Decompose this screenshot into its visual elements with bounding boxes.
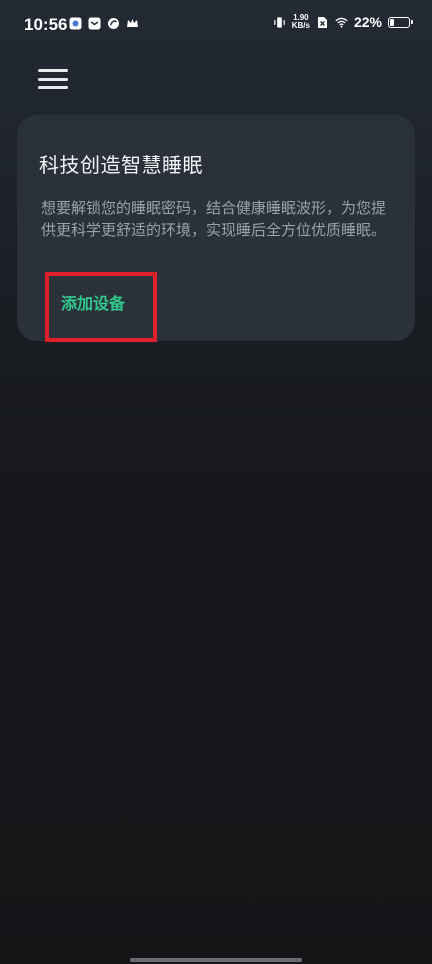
network-speed-unit: KB/s [291, 21, 310, 30]
highlight-annotation-box [45, 272, 157, 342]
mail-notification-icon [88, 17, 101, 30]
swirl-app-icon [107, 17, 120, 30]
menu-line [38, 86, 68, 89]
card-description: 想要解锁您的睡眠密码，结合健康睡眠波形，为您提供更科学更舒适的环境，实现睡后全方… [41, 199, 387, 239]
wifi-icon [335, 16, 348, 29]
network-speed: 1.90 KB/s [292, 14, 310, 30]
hamburger-menu-icon[interactable] [38, 66, 68, 92]
status-time: 10:56 [24, 15, 68, 34]
battery-level-fill [390, 18, 394, 26]
notification-icons [69, 17, 139, 30]
app-notification-icon [69, 17, 82, 30]
system-indicators: 1.90 KB/s 22% [273, 14, 413, 30]
no-sim-icon [316, 16, 329, 29]
menu-line [38, 69, 68, 72]
vibrate-icon [273, 16, 286, 29]
battery-percentage: 22% [353, 14, 382, 30]
home-indicator[interactable] [130, 958, 302, 962]
card-title: 科技创造智慧睡眠 [39, 153, 203, 177]
menu-line [38, 77, 68, 81]
battery-icon [388, 16, 413, 28]
crown-app-icon [126, 17, 139, 30]
status-bar: 10:56 1.90 KB/s 22% [0, 0, 432, 50]
